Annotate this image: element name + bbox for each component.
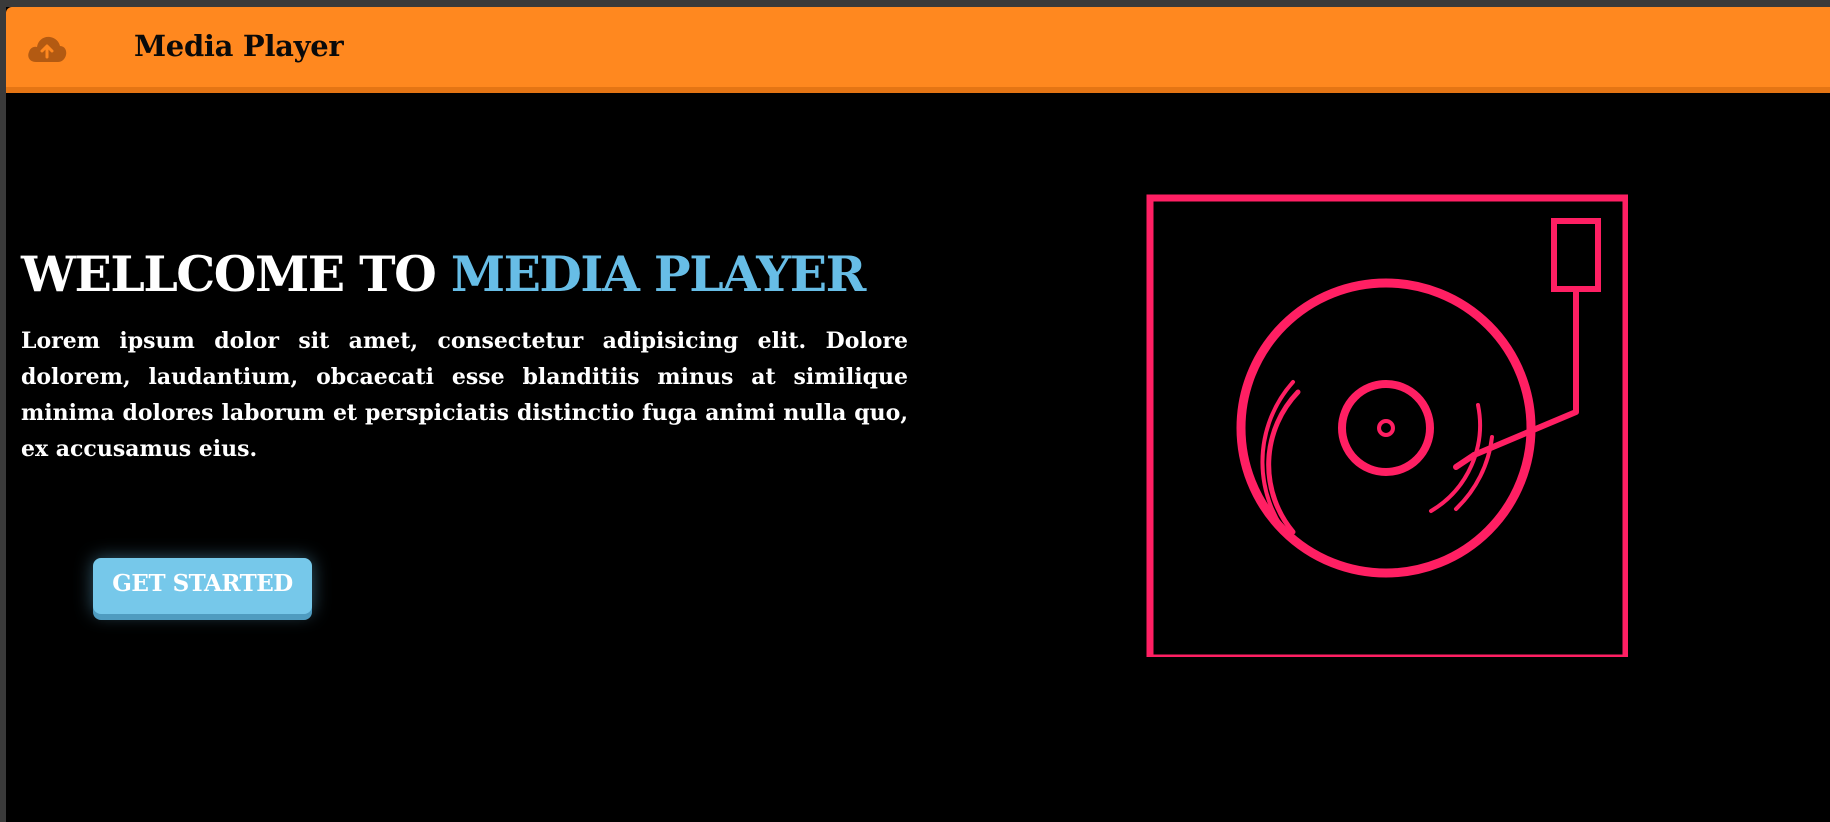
hero-heading-accent: MEDIA PLAYER — [450, 245, 867, 303]
navbar: Media Player — [6, 7, 1830, 93]
cloud-upload-icon[interactable] — [26, 33, 68, 65]
app-title: Media Player — [134, 29, 344, 63]
hero-heading-prefix: WELLCOME TO — [21, 245, 451, 303]
hero-heading: WELLCOME TO MEDIA PLAYER — [21, 245, 867, 303]
get-started-button[interactable]: GET STARTED — [93, 558, 312, 614]
turntable-illustration — [1138, 187, 1630, 662]
turntable-icon — [1146, 194, 1630, 662]
hero-description: Lorem ipsum dolor sit amet, consectetur … — [21, 328, 908, 462]
app-window: Media Player WELLCOME TO MEDIA PLAYER Lo… — [6, 7, 1830, 822]
